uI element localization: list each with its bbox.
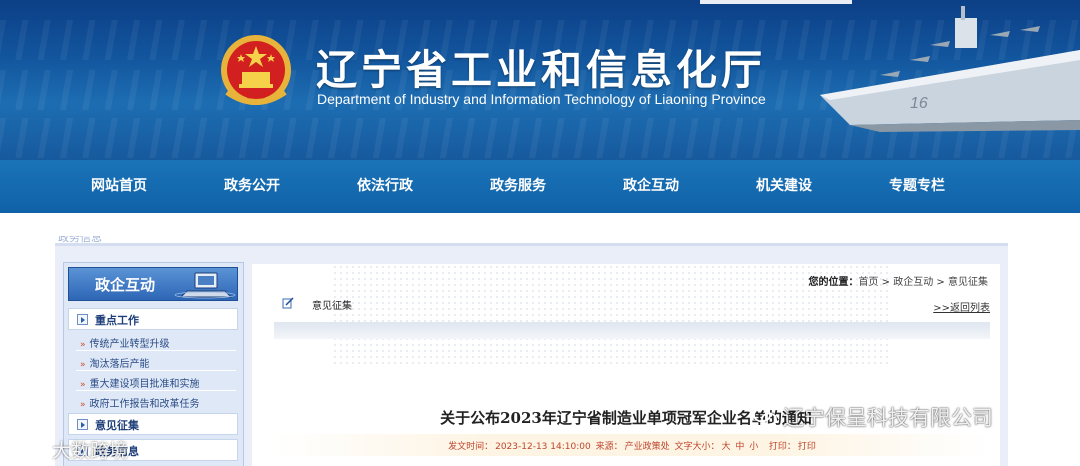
- sidebar-header: 政企互动: [68, 267, 238, 301]
- nav-item-law-administration[interactable]: 依法行政: [325, 160, 445, 213]
- bullet-icon: »: [80, 380, 86, 390]
- sidebar-sub-item[interactable]: » 淘汰落后产能: [80, 355, 150, 370]
- breadcrumb-gov-enterprise[interactable]: 政企互动: [893, 277, 933, 288]
- sidebar-section-feedback[interactable]: 意见征集: [68, 413, 238, 435]
- nav-item-gov-enterprise-interaction[interactable]: 政企互动: [591, 160, 711, 213]
- sidebar-section-label: 意见征集: [95, 419, 139, 432]
- bullet-icon: »: [80, 360, 86, 370]
- font-size-medium-button[interactable]: 中: [735, 442, 744, 452]
- bullet-icon: »: [80, 400, 86, 410]
- print-label: 打印：: [768, 442, 796, 452]
- article-meta: 发文时间： 2023-12-13 14:10:00 来源： 产业政策处 文字大小：大…: [274, 439, 990, 452]
- divider: [76, 350, 236, 351]
- site-title-en: Department of Industry and Information T…: [317, 91, 766, 107]
- sidebar-sub-item[interactable]: » 传统产业转型升级: [80, 335, 170, 350]
- publish-date: 2023-12-13 14:10:00: [495, 442, 591, 452]
- sidebar-title: 政企互动: [95, 276, 156, 294]
- divider: [76, 390, 236, 391]
- nav-item-gov-services[interactable]: 政务服务: [458, 160, 578, 213]
- main-nav: 网站首页 政务公开 依法行政 政务服务 政企互动 机关建设 专题专栏: [0, 160, 1080, 213]
- ghost-tab: 政务信息: [58, 236, 102, 244]
- arrow-right-icon: [77, 314, 88, 325]
- sidebar-section-key-work[interactable]: 重点工作: [68, 308, 238, 330]
- sidebar-sub-item[interactable]: » 重大建设项目批准和实施: [80, 375, 200, 390]
- nav-item-home[interactable]: 网站首页: [59, 160, 179, 213]
- nav-item-special-topics[interactable]: 专题专栏: [857, 160, 977, 213]
- site-title-cn: 辽宁省工业和信息化厅: [316, 46, 766, 94]
- font-size-large-button[interactable]: 大: [721, 442, 730, 452]
- breadcrumb-home[interactable]: 首页: [859, 277, 879, 288]
- section-title: 意见征集: [312, 301, 352, 312]
- breadcrumb-separator: >: [933, 277, 948, 288]
- divider: [76, 370, 236, 371]
- computer-icon: [174, 272, 236, 299]
- header-banner: 辽宁省工业和信息化厅 Department of Industry and In…: [0, 0, 1080, 160]
- back-to-list-link[interactable]: >>返回列表: [933, 299, 990, 314]
- nav-item-agency-building[interactable]: 机关建设: [724, 160, 844, 213]
- sidebar-sub-item[interactable]: » 政府工作报告和改革任务: [80, 395, 200, 410]
- watermark-right: 辽宁保呈科技有限公司: [783, 406, 993, 430]
- section-divider: [274, 322, 990, 339]
- aircraft-carrier-image: 16: [820, 6, 1080, 132]
- print-button[interactable]: 打印: [798, 442, 816, 452]
- nav-item-gov-affairs-public[interactable]: 政务公开: [192, 160, 312, 213]
- bullet-icon: »: [80, 340, 86, 350]
- sidebar-section-label: 重点工作: [95, 314, 139, 327]
- watermark-left: 大数跨境: [52, 440, 129, 462]
- arrow-right-icon: [77, 419, 88, 430]
- sidebar-sub-item-label: 政府工作报告和改革任务: [89, 399, 200, 410]
- svg-text:16: 16: [910, 95, 928, 112]
- watermark-logo-icon: [11, 437, 50, 455]
- breadcrumb: 您的位置：首页 > 政企互动 > 意见征集: [809, 273, 989, 288]
- article-meta-bar: 发文时间： 2023-12-13 14:10:00 来源： 产业政策处 文字大小：大…: [274, 434, 990, 456]
- breadcrumb-current[interactable]: 意见征集: [948, 277, 988, 288]
- font-size-small-button[interactable]: 小: [749, 442, 758, 452]
- sidebar-sub-item-label: 重大建设项目批准和实施: [89, 379, 200, 390]
- main-content: 您的位置：首页 > 政企互动 > 意见征集 意见征集 >>返回列表 关于公布20…: [252, 264, 1000, 466]
- date-label: 发文时间：: [448, 442, 494, 452]
- sidebar-sub-item-label: 传统产业转型升级: [89, 339, 170, 350]
- wechat-icon: [753, 407, 777, 426]
- source-value: 产业政策处: [624, 442, 670, 452]
- sidebar-sub-item-label: 淘汰落后产能: [89, 359, 150, 370]
- breadcrumb-prefix: 您的位置：: [808, 277, 859, 288]
- edit-icon: [282, 297, 294, 309]
- breadcrumb-separator: >: [878, 277, 894, 288]
- national-emblem-icon: [221, 35, 291, 105]
- font-size-label: 文字大小：: [674, 442, 720, 452]
- source-label: 来源：: [595, 442, 623, 452]
- section-header: 意见征集 >>返回列表: [274, 294, 990, 316]
